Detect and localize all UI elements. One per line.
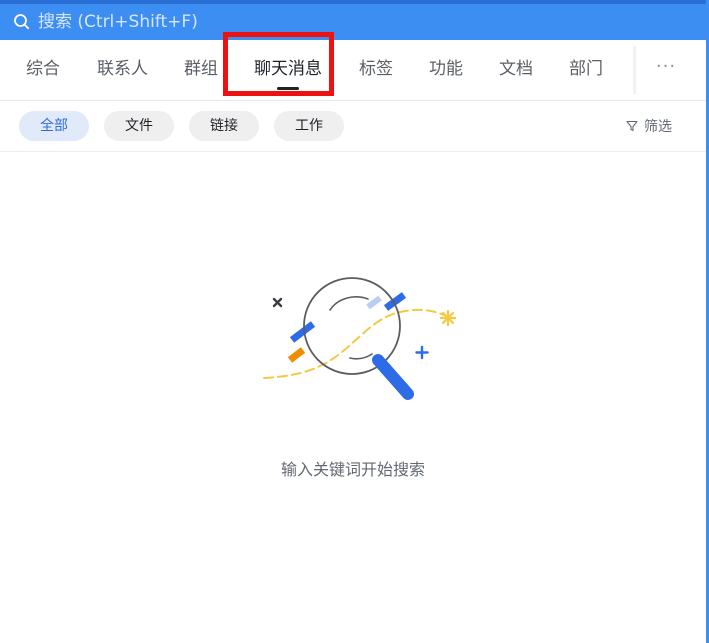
plus-icon (415, 345, 429, 360)
active-tab-indicator (277, 87, 299, 90)
tab-chat-messages[interactable]: 聊天消息 (254, 40, 322, 100)
filter-chips: 全部 文件 链接 工作 筛选 (0, 101, 709, 152)
empty-state-message: 输入关键词开始搜索 (280, 460, 425, 479)
filter-icon (626, 120, 638, 132)
tab-features[interactable]: 功能 (429, 40, 463, 100)
chip-work[interactable]: 工作 (274, 111, 344, 141)
tab-documents[interactable]: 文档 (499, 40, 533, 100)
sparkle-icon (439, 309, 457, 327)
tab-label: 群组 (184, 59, 218, 79)
tab-bar: 综合 联系人 群组 聊天消息 标签 功能 文档 部门 (0, 40, 709, 101)
chip-all[interactable]: 全部 (19, 111, 89, 141)
cross-mark-icon (272, 297, 283, 308)
tab-label: 标签 (359, 59, 393, 79)
tab-label: 联系人 (97, 59, 148, 79)
tab-label: 文档 (499, 59, 533, 79)
search-window: 综合 联系人 群组 聊天消息 标签 功能 文档 部门 ··· 全部 文件 链接 … (0, 0, 709, 643)
filter-button[interactable]: 筛选 (626, 116, 672, 138)
more-tabs-button[interactable]: ··· (650, 52, 682, 86)
search-icon (14, 14, 30, 30)
tab-divider (633, 46, 636, 94)
search-bar (0, 0, 709, 40)
tab-label: 综合 (26, 59, 60, 79)
tab-groups[interactable]: 群组 (184, 40, 218, 100)
search-input[interactable] (38, 8, 438, 36)
tab-tags[interactable]: 标签 (359, 40, 393, 100)
chip-links[interactable]: 链接 (189, 111, 259, 141)
tab-all[interactable]: 综合 (26, 40, 60, 100)
filter-label: 筛选 (644, 119, 672, 135)
tab-contacts[interactable]: 联系人 (97, 40, 148, 100)
tab-label: 聊天消息 (254, 59, 322, 79)
empty-search-illustration (263, 277, 457, 400)
tab-label: 部门 (569, 59, 603, 79)
tab-departments[interactable]: 部门 (569, 40, 603, 100)
tab-label: 功能 (429, 59, 463, 79)
chip-files[interactable]: 文件 (104, 111, 174, 141)
